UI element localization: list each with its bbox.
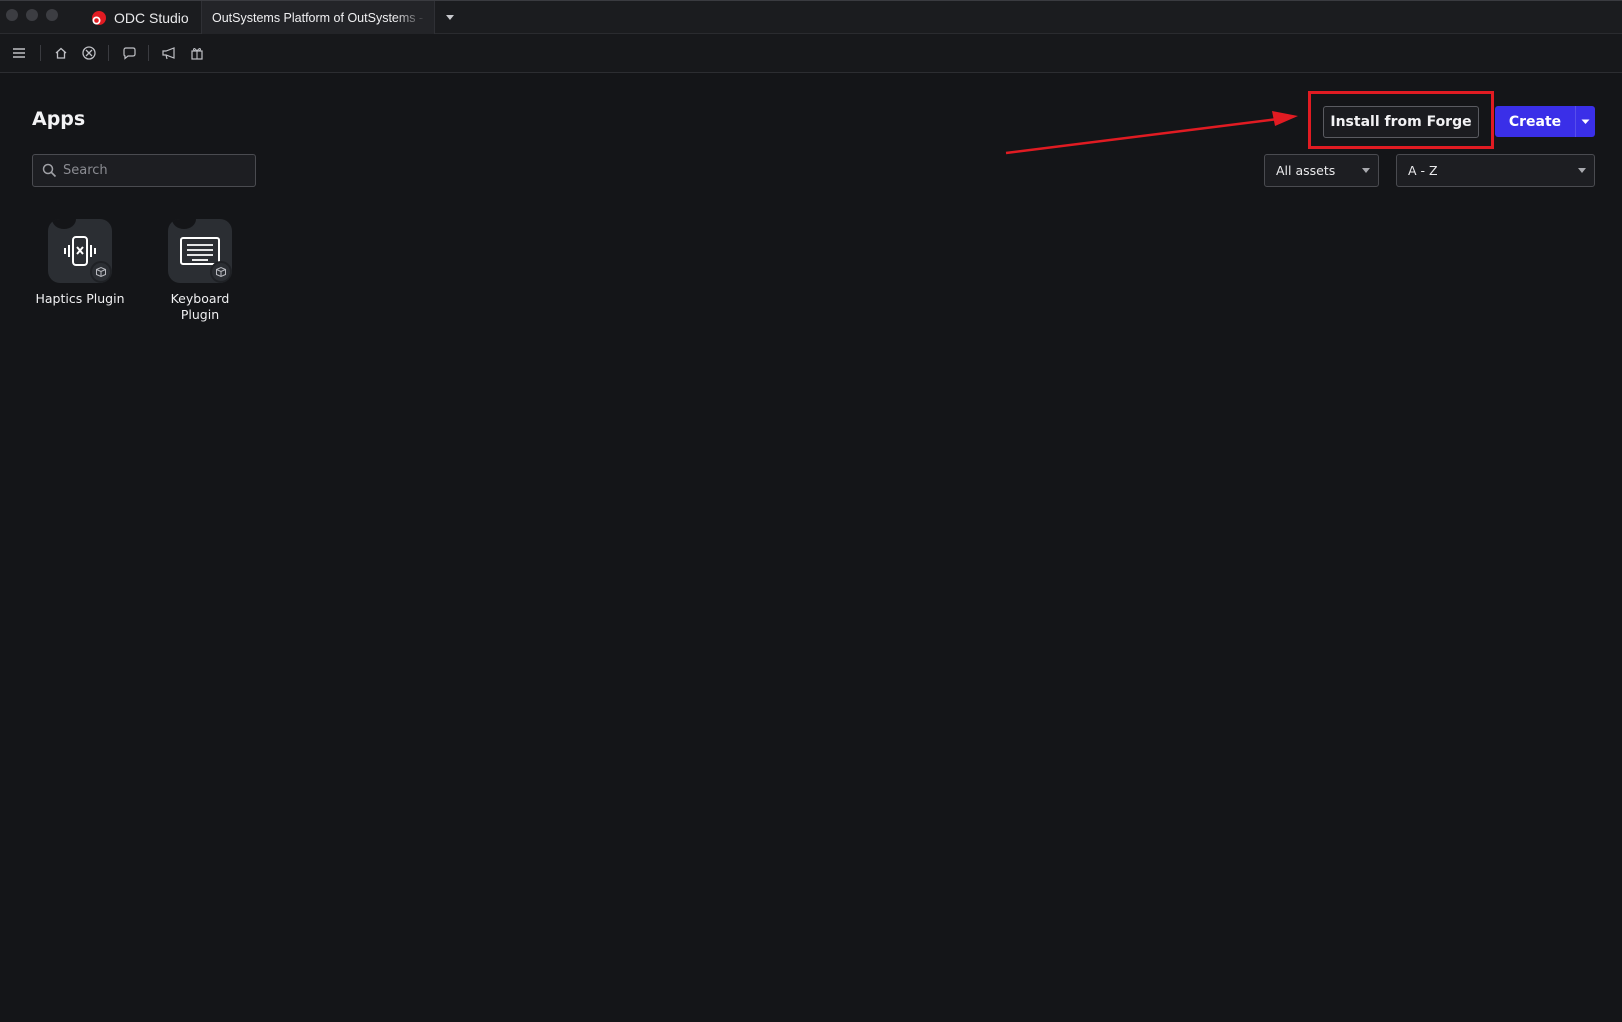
app-tile-haptics[interactable]: Haptics Plugin [30, 219, 130, 307]
portal-icon[interactable] [79, 43, 99, 63]
app-name-label: ODC Studio [114, 10, 189, 26]
sort-select[interactable]: A - Z [1396, 154, 1595, 187]
gift-icon[interactable] [187, 43, 207, 63]
page-title: Apps [32, 108, 86, 130]
window-titlebar: ODC Studio OutSystems Platform of OutSys… [0, 0, 1622, 35]
asset-filter-value: All assets [1276, 163, 1336, 178]
app-title: ODC Studio [80, 1, 199, 35]
chat-icon[interactable] [119, 43, 139, 63]
maximize-window-button[interactable] [46, 9, 58, 21]
tab-list-dropdown-icon[interactable] [443, 11, 457, 25]
search-input[interactable] [61, 162, 251, 179]
keyboard-icon [168, 219, 232, 283]
search-box[interactable] [32, 154, 256, 187]
chevron-down-icon [1362, 168, 1370, 173]
app-tile-keyboard[interactable]: Keyboard Plugin [150, 219, 250, 323]
search-icon [41, 163, 57, 179]
create-dropdown-icon[interactable] [1575, 106, 1595, 137]
app-name: Keyboard Plugin [170, 291, 230, 322]
asset-filter-select[interactable]: All assets [1264, 154, 1379, 187]
chevron-down-icon [1578, 168, 1586, 173]
package-badge-icon [210, 261, 232, 283]
haptics-icon [48, 219, 112, 283]
announce-icon[interactable] [159, 43, 179, 63]
menu-icon[interactable] [9, 43, 29, 63]
close-window-button[interactable] [6, 9, 18, 21]
odc-logo-icon [90, 9, 108, 27]
minimize-window-button[interactable] [26, 9, 38, 21]
main-toolbar [0, 34, 1622, 73]
package-badge-icon [90, 261, 112, 283]
create-button[interactable]: Create [1495, 106, 1595, 137]
sort-value: A - Z [1408, 163, 1438, 178]
tab-document[interactable]: OutSystems Platform of OutSystems - p [201, 1, 435, 35]
install-from-forge-button[interactable]: Install from Forge [1323, 106, 1479, 138]
home-icon[interactable] [51, 43, 71, 63]
app-name: Haptics Plugin [35, 291, 125, 306]
create-button-label: Create [1508, 113, 1562, 130]
